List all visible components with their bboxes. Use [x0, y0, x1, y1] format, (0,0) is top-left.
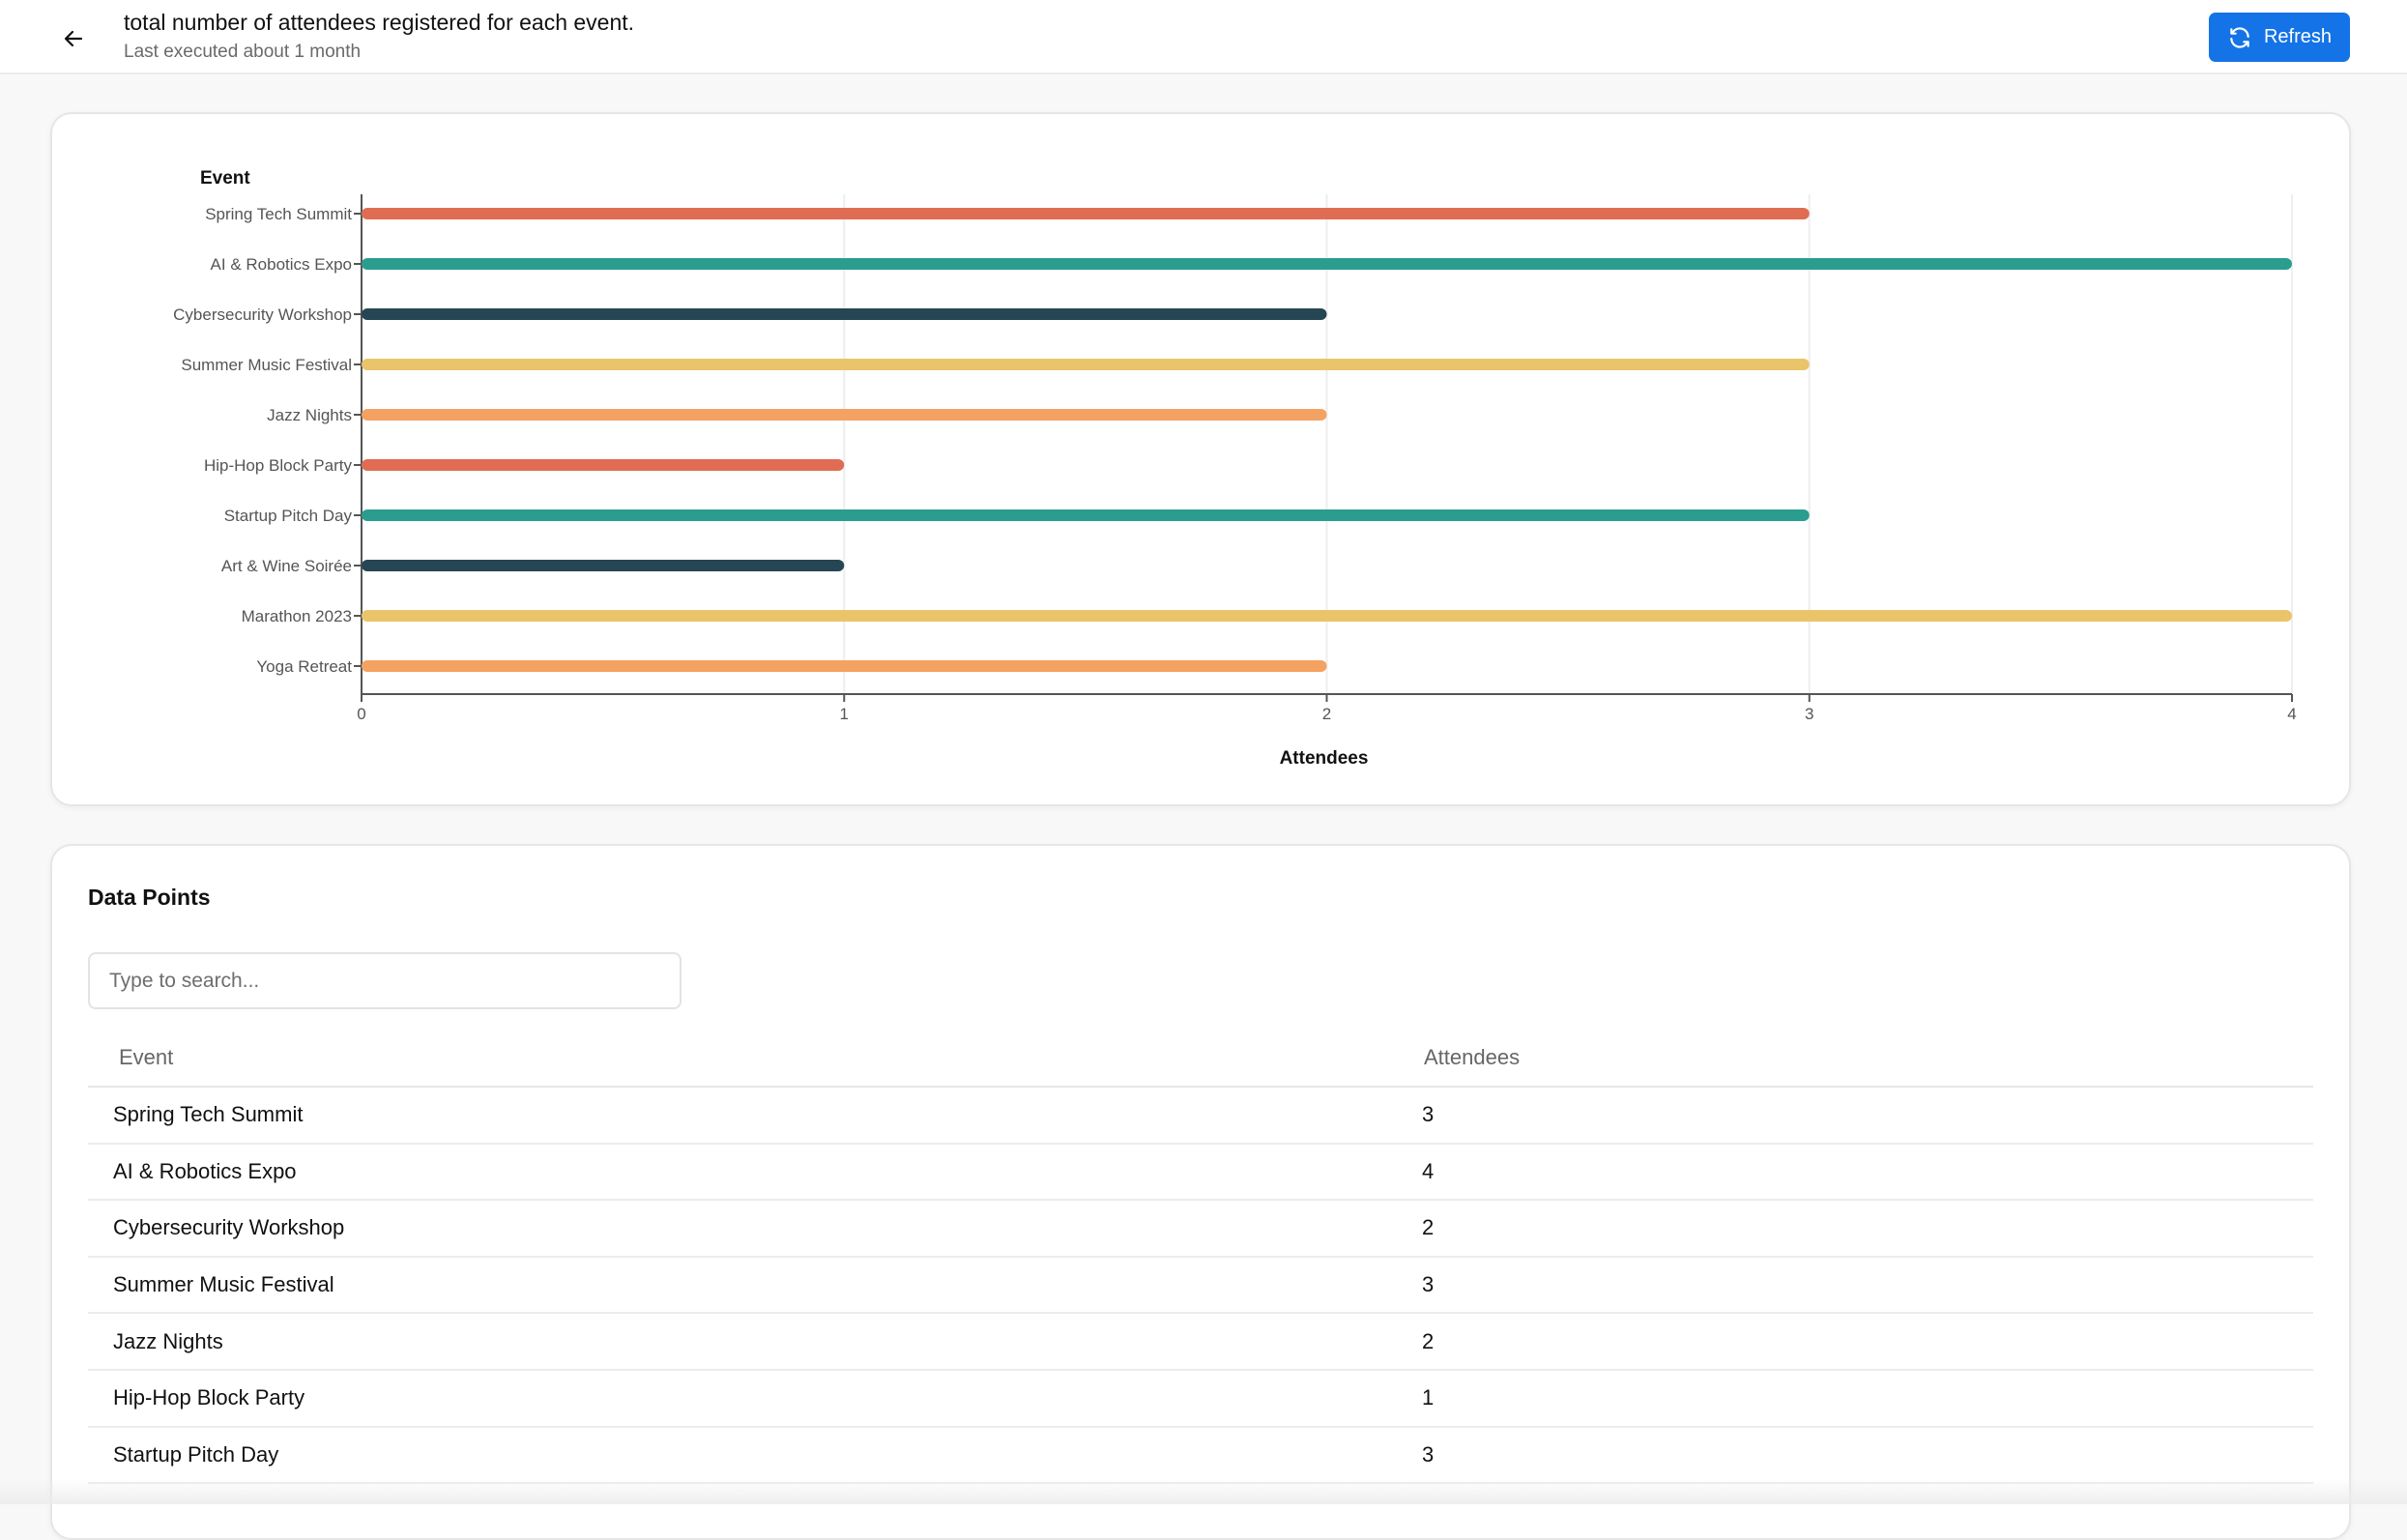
event-cell: Cybersecurity Workshop — [88, 1200, 1422, 1258]
x-tick-label: 3 — [1805, 705, 1813, 723]
refresh-label: Refresh — [2263, 26, 2333, 47]
table-row[interactable]: Summer Music Festival 3 — [88, 1256, 2313, 1315]
bar — [362, 409, 1327, 421]
bar — [362, 308, 1327, 320]
y-tick-label: Summer Music Festival — [181, 356, 352, 374]
x-tick-label: 0 — [357, 705, 365, 723]
refresh-icon — [2230, 26, 2249, 48]
column-header-attendees[interactable]: Attendees — [1422, 1030, 2313, 1088]
y-tick-label: Marathon 2023 — [242, 607, 352, 625]
table-row[interactable]: AI & Robotics Expo 4 — [88, 1143, 2313, 1202]
y-tick-label: Hip-Hop Block Party — [204, 456, 353, 475]
y-tick-label: Art & Wine Soirée — [221, 557, 352, 575]
bar — [362, 359, 1810, 370]
x-tick-label: 4 — [2287, 705, 2296, 723]
search-input[interactable] — [88, 952, 682, 1009]
event-cell: Jazz Nights — [88, 1313, 1422, 1371]
attendees-cell: 3 — [1422, 1256, 2313, 1315]
bar — [362, 208, 1810, 219]
table-row[interactable]: Jazz Nights 2 — [88, 1313, 2313, 1371]
table-header-row: Event Attendees — [88, 1030, 2313, 1088]
table-row[interactable]: Cybersecurity Workshop 2 — [88, 1200, 2313, 1258]
y-tick-label: Yoga Retreat — [256, 657, 352, 676]
y-tick-label: Jazz Nights — [267, 406, 352, 424]
column-header-event[interactable]: Event — [88, 1030, 1422, 1088]
last-executed-text: Last executed about 1 month — [124, 42, 362, 62]
y-axis-label: Event — [200, 168, 250, 189]
event-cell: Startup Pitch Day — [88, 1426, 1422, 1485]
event-cell: AI & Robotics Expo — [88, 1143, 1422, 1202]
page-title: total number of attendees registered for… — [124, 10, 635, 35]
data-points-card: Data Points Event Attendees Spring Tech … — [50, 844, 2351, 1540]
back-button[interactable] — [54, 19, 93, 58]
bar — [362, 459, 845, 471]
refresh-button[interactable]: Refresh — [2209, 13, 2350, 62]
bar — [362, 610, 2292, 622]
bar — [362, 258, 2292, 270]
attendees-cell: 3 — [1422, 1426, 2313, 1485]
data-points-title: Data Points — [88, 885, 211, 910]
bar-chart: 0 1 2 3 4 Event Attendees Spring Tech Summit AI … — [173, 168, 2297, 769]
y-tick-label: Cybersecurity Workshop — [173, 305, 352, 324]
chart-card: 0 1 2 3 4 Event Attendees Spring Tech Summit AI … — [50, 112, 2351, 806]
x-axis-label: Attendees — [1280, 748, 1369, 769]
bottom-fade — [0, 1479, 2407, 1504]
table-row[interactable]: Spring Tech Summit 3 — [88, 1087, 2313, 1145]
x-tick-label: 2 — [1322, 705, 1331, 723]
event-cell: Hip-Hop Block Party — [88, 1369, 1422, 1428]
table-row[interactable]: Hip-Hop Block Party 1 — [88, 1369, 2313, 1428]
bar — [362, 660, 1327, 672]
y-tick-label: AI & Robotics Expo — [211, 255, 352, 274]
arrow-left-icon — [64, 30, 83, 47]
attendees-cell: 3 — [1422, 1087, 2313, 1145]
event-cell: Summer Music Festival — [88, 1256, 1422, 1315]
attendees-cell: 2 — [1422, 1313, 2313, 1371]
attendees-cell: 4 — [1422, 1143, 2313, 1202]
top-bar: total number of attendees registered for… — [0, 0, 2407, 74]
bar — [362, 560, 845, 571]
event-cell: Spring Tech Summit — [88, 1087, 1422, 1145]
attendees-cell: 2 — [1422, 1200, 2313, 1258]
y-tick-label: Startup Pitch Day — [224, 507, 353, 525]
bar — [362, 509, 1810, 521]
y-tick-label: Spring Tech Summit — [205, 205, 352, 223]
x-tick-label: 1 — [840, 705, 849, 723]
table-row[interactable]: Startup Pitch Day 3 — [88, 1426, 2313, 1485]
data-table: Event Attendees Spring Tech Summit 3 AI & … — [88, 1030, 2313, 1485]
attendees-cell: 1 — [1422, 1369, 2313, 1428]
